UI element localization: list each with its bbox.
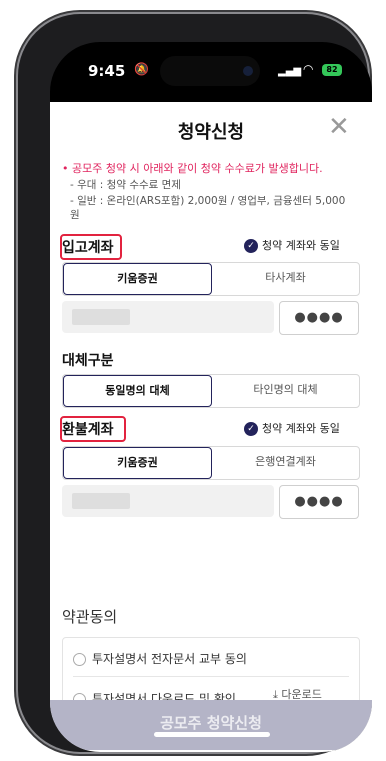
radio-icon <box>73 653 86 666</box>
subscription-sheet: 청약신청 ✕ • 공모주 청약 시 아래와 같이 청약 수수료가 발생합니다. … <box>50 102 372 752</box>
deposit-account-field[interactable] <box>62 301 274 333</box>
divider <box>73 676 349 677</box>
deposit-label: 입고계좌 <box>62 240 114 256</box>
sheet-header: 청약신청 ✕ <box>50 102 372 156</box>
close-icon[interactable]: ✕ <box>328 114 350 140</box>
masked-account <box>72 309 130 325</box>
signal-icon: ▂▄▆ <box>278 66 302 77</box>
check-icon: ✓ <box>244 239 258 253</box>
page-title: 청약신청 <box>177 122 245 143</box>
refund-option-bank[interactable]: 은행연결계좌 <box>212 447 359 479</box>
refund-label: 환불계좌 <box>62 422 114 438</box>
fee-notice-text: 공모주 청약 시 아래와 같이 청약 수수료가 발생합니다. <box>72 162 323 175</box>
home-indicator <box>154 732 270 737</box>
silent-bell-icon: 🔕 <box>134 62 149 76</box>
term-e-delivery[interactable]: 투자설명서 전자문서 교부 동의 <box>73 650 247 667</box>
battery-icon: 82 <box>322 64 342 76</box>
subscribe-button[interactable]: 공모주 청약신청 <box>50 700 372 750</box>
camera-icon <box>243 66 253 76</box>
masked-account <box>72 493 130 509</box>
substitute-option-same[interactable]: 동일명의 대체 <box>63 375 212 407</box>
deposit-password-field[interactable]: ●●●● <box>279 301 359 335</box>
refund-account-field[interactable] <box>62 485 274 517</box>
term-e-delivery-label: 투자설명서 전자문서 교부 동의 <box>92 652 247 666</box>
fee-general: - 일반 : 온라인(ARS포함) 2,000원 / 영업부, 금융센터 5,0… <box>70 195 346 221</box>
terms-title: 약관동의 <box>62 608 118 626</box>
screen: 9:45 🔕 ▂▄▆ ◠ 82 청약신청 ✕ • 공모주 청약 시 아래와 같이… <box>50 42 372 752</box>
refund-agree-text: 청약 계좌와 동일 <box>262 422 340 435</box>
refund-same-account[interactable]: ✓ 청약 계좌와 동일 <box>244 420 340 436</box>
deposit-option-kiwoom[interactable]: 키움증권 <box>63 263 212 295</box>
deposit-same-account[interactable]: ✓ 청약 계좌와 동일 <box>244 237 340 253</box>
substitute-option-other[interactable]: 타인명의 대체 <box>212 375 359 407</box>
fee-preferred: - 우대 : 청약 수수료 면제 <box>70 179 181 191</box>
status-time: 9:45 <box>88 62 126 80</box>
wifi-icon: ◠ <box>303 62 314 76</box>
deposit-toggle: 키움증권 타사계좌 <box>62 262 360 296</box>
refund-option-kiwoom[interactable]: 키움증권 <box>63 447 212 479</box>
substitute-label: 대체구분 <box>62 353 114 369</box>
deposit-agree-text: 청약 계좌와 동일 <box>262 239 340 252</box>
fee-notice: • 공모주 청약 시 아래와 같이 청약 수수료가 발생합니다. <box>62 162 323 175</box>
check-icon: ✓ <box>244 422 258 436</box>
phone-frame: 9:45 🔕 ▂▄▆ ◠ 82 청약신청 ✕ • 공모주 청약 시 아래와 같이… <box>18 14 372 752</box>
status-bar: 9:45 🔕 ▂▄▆ ◠ 82 <box>50 42 372 98</box>
substitute-toggle: 동일명의 대체 타인명의 대체 <box>62 374 360 408</box>
deposit-option-other[interactable]: 타사계좌 <box>212 263 359 295</box>
refund-toggle: 키움증권 은행연결계좌 <box>62 446 360 480</box>
refund-password-field[interactable]: ●●●● <box>279 485 359 519</box>
